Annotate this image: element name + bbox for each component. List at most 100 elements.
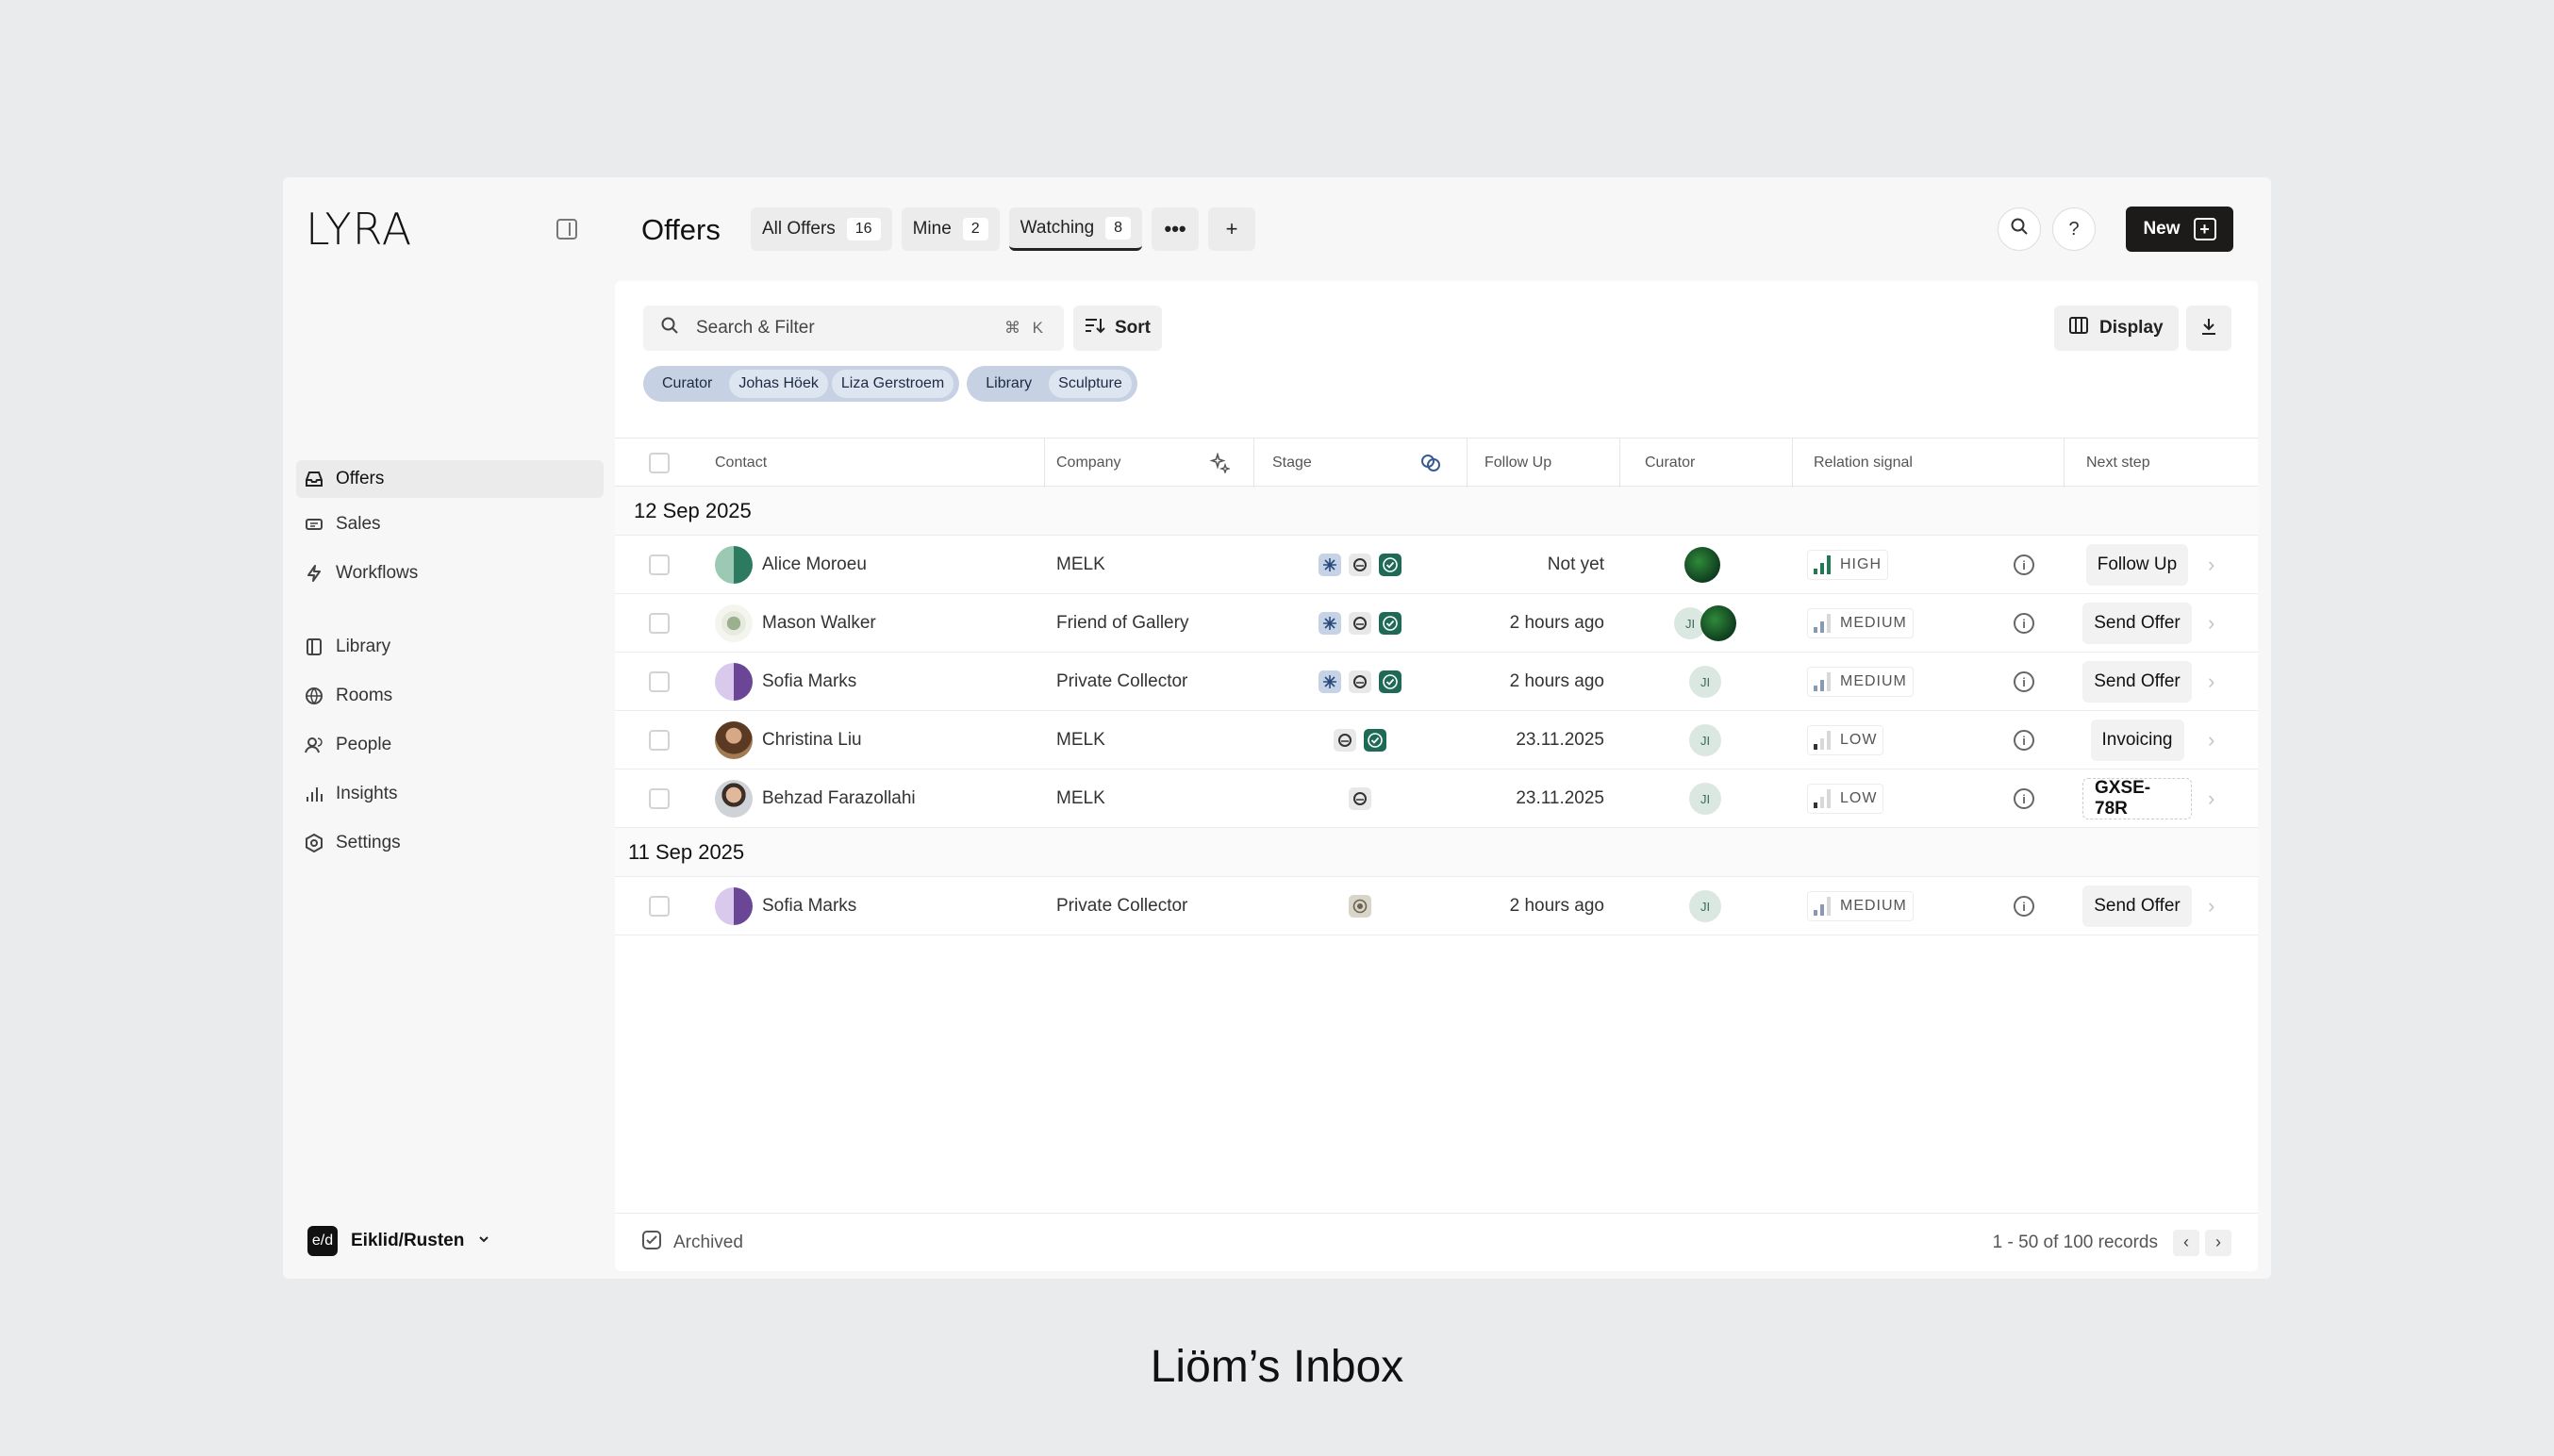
table-row[interactable]: Sofia Marks Private Collector 2 hours ago J…	[615, 653, 2258, 711]
info-button[interactable]: i	[2014, 653, 2034, 711]
table-row[interactable]: Christina Liu MELK 23.11.2025 JI LOW i Invoici…	[615, 711, 2258, 769]
stage-cell[interactable]	[1253, 594, 1467, 653]
sidebar-item-insights[interactable]: Insights	[296, 775, 604, 813]
filter-chip-curator[interactable]: Curator Johas Höek Liza Gerstroem	[643, 366, 960, 402]
chevron-right-icon[interactable]: ›	[2208, 877, 2214, 935]
column-header-curator[interactable]: Curator	[1645, 438, 1695, 488]
table-row[interactable]: Mason Walker Friend of Gallery 2 hours ago…	[615, 594, 2258, 653]
stage-cell[interactable]	[1253, 877, 1467, 935]
info-button[interactable]: i	[2014, 594, 2034, 653]
next-step-button[interactable]: Send Offer	[2082, 885, 2192, 927]
chevron-right-icon[interactable]: ›	[2208, 653, 2214, 711]
row-checkbox[interactable]	[649, 769, 670, 828]
select-all-checkbox[interactable]	[649, 438, 670, 488]
info-button[interactable]: i	[2014, 769, 2034, 828]
row-checkbox[interactable]	[649, 877, 670, 935]
signal-badge: LOW	[1807, 725, 1884, 755]
org-switcher[interactable]: e/d Eiklid/Rusten	[307, 1226, 490, 1256]
contact-cell[interactable]: Sofia Marks	[715, 653, 856, 711]
archived-link[interactable]: Archived	[673, 1233, 743, 1253]
prev-page-button[interactable]: ‹	[2173, 1229, 2199, 1256]
relation-signal-cell: MEDIUM	[1807, 877, 1914, 935]
sidebar-item-people[interactable]: People	[296, 726, 604, 764]
sidebar-toggle-icon[interactable]	[556, 219, 577, 240]
ring-icon	[1349, 612, 1371, 635]
info-button[interactable]: i	[2014, 536, 2034, 594]
sidebar-item-offers[interactable]: Offers	[296, 460, 604, 498]
chevron-right-icon[interactable]: ›	[2208, 769, 2214, 828]
sidebar-item-settings[interactable]: Settings	[296, 824, 604, 862]
filter-value[interactable]: Sculpture	[1049, 370, 1132, 398]
tab-watching[interactable]: Watching 8	[1008, 207, 1143, 251]
filter-value[interactable]: Liza Gerstroem	[831, 370, 954, 398]
contact-name: Christina Liu	[762, 730, 862, 750]
chevron-right-icon[interactable]: ›	[2208, 711, 2214, 769]
contact-cell[interactable]: Behzad Farazollahi	[715, 769, 916, 828]
column-header-stage[interactable]: Stage	[1272, 438, 1312, 488]
sidebar-item-workflows[interactable]: Workflows	[296, 554, 604, 592]
curator-cell: JI	[1619, 877, 1791, 935]
stage-cell[interactable]	[1253, 711, 1467, 769]
sidebar-item-label: Insights	[336, 784, 398, 803]
sparkle-icon[interactable]	[1209, 438, 1230, 488]
filter-value[interactable]: Johas Höek	[729, 370, 828, 398]
sort-button[interactable]: Sort	[1073, 306, 1162, 351]
follow-up-cell: 2 hours ago	[1467, 877, 1604, 935]
stage-cell[interactable]	[1253, 536, 1467, 594]
contact-cell[interactable]: Christina Liu	[715, 711, 862, 769]
sidebar-item-label: Library	[336, 637, 391, 656]
next-step-button[interactable]: Send Offer	[2082, 603, 2192, 644]
download-button[interactable]	[2186, 306, 2231, 351]
filter-chip-library[interactable]: Library Sculpture	[967, 366, 1137, 402]
info-button[interactable]: i	[2014, 711, 2034, 769]
curator-avatar	[1700, 605, 1736, 641]
contact-name: Sofia Marks	[762, 671, 857, 691]
column-header-next-step[interactable]: Next step	[2086, 438, 2150, 488]
column-label: Next step	[2086, 455, 2150, 471]
tab-all-offers[interactable]: All Offers 16	[751, 207, 892, 251]
column-header-contact[interactable]: Contact	[715, 438, 767, 488]
contact-cell[interactable]: Alice Moroeu	[715, 536, 867, 594]
stage-cell[interactable]	[1253, 769, 1467, 828]
chevron-right-icon[interactable]: ›	[2208, 536, 2214, 594]
link-circles-icon[interactable]	[1419, 438, 1442, 488]
help-button[interactable]: ?	[2052, 207, 2096, 251]
ring-icon	[1349, 554, 1371, 576]
next-step-button[interactable]: Send Offer	[2082, 661, 2192, 703]
chevron-right-icon[interactable]: ›	[2208, 594, 2214, 653]
new-button[interactable]: New +	[2126, 207, 2233, 252]
info-button[interactable]: i	[2014, 877, 2034, 935]
table-row[interactable]: Sofia Marks Private Collector 2 hours ago J…	[615, 877, 2258, 935]
next-step-button[interactable]: GXSE-78R	[2082, 778, 2192, 819]
table-row[interactable]: Behzad Farazollahi MELK 23.11.2025 JI LOW i GX…	[615, 769, 2258, 828]
search-input[interactable]: Search & Filter ⌘ K	[643, 306, 1064, 351]
book-icon	[304, 637, 324, 657]
row-checkbox[interactable]	[649, 536, 670, 594]
search-button[interactable]	[1998, 207, 2041, 251]
column-header-company[interactable]: Company	[1056, 438, 1120, 488]
next-step-button[interactable]: Follow Up	[2085, 544, 2189, 586]
contact-cell[interactable]: Sofia Marks	[715, 877, 856, 935]
avatar	[715, 546, 753, 584]
column-header-relation-signal[interactable]: Relation signal	[1814, 438, 1913, 488]
table-row[interactable]: Alice Moroeu MELK Not yet HIGH i Follow Up ›	[615, 536, 2258, 594]
sidebar-item-library[interactable]: Library	[296, 628, 604, 666]
sort-icon	[1085, 316, 1105, 340]
display-button[interactable]: Display	[2054, 306, 2179, 351]
stage-cell[interactable]	[1253, 653, 1467, 711]
next-step-button[interactable]: Invoicing	[2090, 720, 2184, 761]
column-header-follow-up[interactable]: Follow Up	[1484, 438, 1551, 488]
tab-count: 2	[962, 218, 988, 240]
tab-mine[interactable]: Mine 2	[901, 207, 1000, 251]
contact-cell[interactable]: Mason Walker	[715, 594, 876, 653]
org-name: Eiklid/Rusten	[351, 1231, 465, 1250]
more-tabs-button[interactable]: •••	[1152, 207, 1200, 251]
row-checkbox[interactable]	[649, 653, 670, 711]
row-checkbox[interactable]	[649, 594, 670, 653]
sidebar-item-rooms[interactable]: Rooms	[296, 677, 604, 715]
add-view-button[interactable]: +	[1208, 207, 1256, 251]
row-checkbox[interactable]	[649, 711, 670, 769]
info-icon: i	[2014, 671, 2034, 692]
next-page-button[interactable]: ›	[2205, 1229, 2231, 1256]
sidebar-item-sales[interactable]: Sales	[296, 505, 604, 543]
